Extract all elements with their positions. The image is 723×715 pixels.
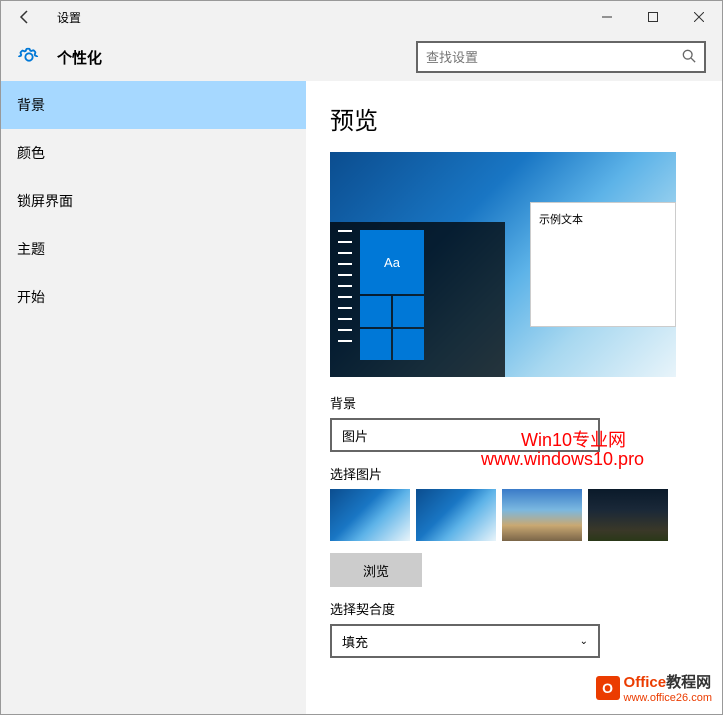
gear-icon: [17, 45, 41, 69]
preview-start-menu: Aa: [330, 222, 505, 377]
header: 个性化: [1, 33, 722, 81]
minimize-button[interactable]: [584, 1, 630, 33]
minimize-icon: [602, 12, 612, 22]
preview-start-list: [338, 230, 352, 369]
search-box[interactable]: [416, 41, 706, 73]
main-panel: 预览 Aa 示例文本 背景 图片: [306, 81, 722, 714]
desktop-preview: Aa 示例文本: [330, 152, 676, 377]
picture-thumb-3[interactable]: [502, 489, 582, 541]
picture-thumbnails: [330, 489, 698, 541]
search-icon: [682, 49, 696, 66]
picture-thumb-2[interactable]: [416, 489, 496, 541]
background-select[interactable]: 图片 ⌄: [330, 418, 600, 452]
fit-label: 选择契合度: [330, 599, 698, 618]
content: 背景 颜色 锁屏界面 主题 开始 预览 Aa: [1, 81, 722, 714]
titlebar: 设置: [1, 1, 722, 33]
preview-tile-large: Aa: [360, 230, 424, 294]
sidebar-item-start[interactable]: 开始: [1, 273, 306, 321]
sidebar-item-background[interactable]: 背景: [1, 81, 306, 129]
back-button[interactable]: [1, 1, 49, 33]
close-icon: [694, 12, 704, 22]
picture-thumb-1[interactable]: [330, 489, 410, 541]
preview-sample-window: 示例文本: [530, 202, 676, 327]
sidebar-item-lockscreen[interactable]: 锁屏界面: [1, 177, 306, 225]
maximize-icon: [648, 12, 658, 22]
browse-button[interactable]: 浏览: [330, 553, 422, 587]
preview-tiles: Aa: [360, 230, 426, 360]
sidebar-item-label: 颜色: [17, 143, 45, 163]
choose-picture-label: 选择图片: [330, 464, 698, 483]
close-button[interactable]: [676, 1, 722, 33]
sidebar: 背景 颜色 锁屏界面 主题 开始: [1, 81, 306, 714]
picture-thumb-4[interactable]: [588, 489, 668, 541]
sidebar-item-themes[interactable]: 主题: [1, 225, 306, 273]
sample-window-text: 示例文本: [539, 214, 583, 226]
background-label: 背景: [330, 393, 698, 412]
chevron-down-icon: ⌄: [580, 430, 588, 441]
window-controls: [584, 1, 722, 33]
sidebar-item-label: 锁屏界面: [17, 191, 73, 211]
maximize-button[interactable]: [630, 1, 676, 33]
background-select-value: 图片: [342, 426, 368, 445]
preview-heading: 预览: [330, 101, 698, 136]
sidebar-item-label: 背景: [17, 95, 45, 115]
arrow-left-icon: [17, 9, 33, 25]
fit-select-value: 填充: [342, 632, 368, 651]
sidebar-item-colors[interactable]: 颜色: [1, 129, 306, 177]
sidebar-item-label: 开始: [17, 287, 45, 307]
search-input[interactable]: [426, 50, 682, 65]
page-title: 个性化: [57, 47, 102, 68]
chevron-down-icon: ⌄: [580, 636, 588, 647]
fit-select[interactable]: 填充 ⌄: [330, 624, 600, 658]
window-title: 设置: [57, 9, 81, 26]
sidebar-item-label: 主题: [17, 239, 45, 259]
